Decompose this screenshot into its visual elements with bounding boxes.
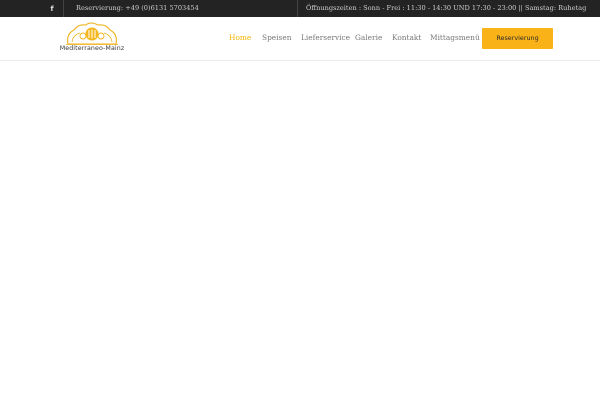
nav-speisen[interactable]: Speisen — [262, 17, 291, 59]
nav-kontakt[interactable]: Kontakt — [392, 17, 421, 59]
divider — [297, 0, 298, 17]
facebook-icon[interactable]: f — [43, 0, 61, 17]
page-content — [0, 61, 600, 400]
nav-lieferservice[interactable]: Lieferservice — [301, 17, 350, 59]
logo-text: Mediterraneo-Mainz — [59, 45, 125, 52]
phone-number: Reservierung: +49 (0)6131 5703454 — [76, 4, 199, 12]
divider — [63, 0, 64, 17]
opening-hours: Öffnungszeiten : Sonn - Frei : 11:30 - 1… — [306, 4, 587, 12]
site-logo[interactable]: Mediterraneo-Mainz — [57, 17, 127, 59]
nav-mittagsmenu[interactable]: Mittagsmenü — [430, 17, 480, 59]
reservation-button[interactable]: Reservierung — [482, 28, 553, 49]
nav-home[interactable]: Home — [229, 17, 251, 59]
site-header: Mediterraneo-Mainz Home Speisen Lieferse… — [0, 17, 600, 61]
top-info-bar: f Reservierung: +49 (0)6131 5703454 Öffn… — [0, 0, 600, 17]
nav-galerie[interactable]: Galerie — [355, 17, 382, 59]
logo-emblem-icon — [66, 22, 118, 45]
